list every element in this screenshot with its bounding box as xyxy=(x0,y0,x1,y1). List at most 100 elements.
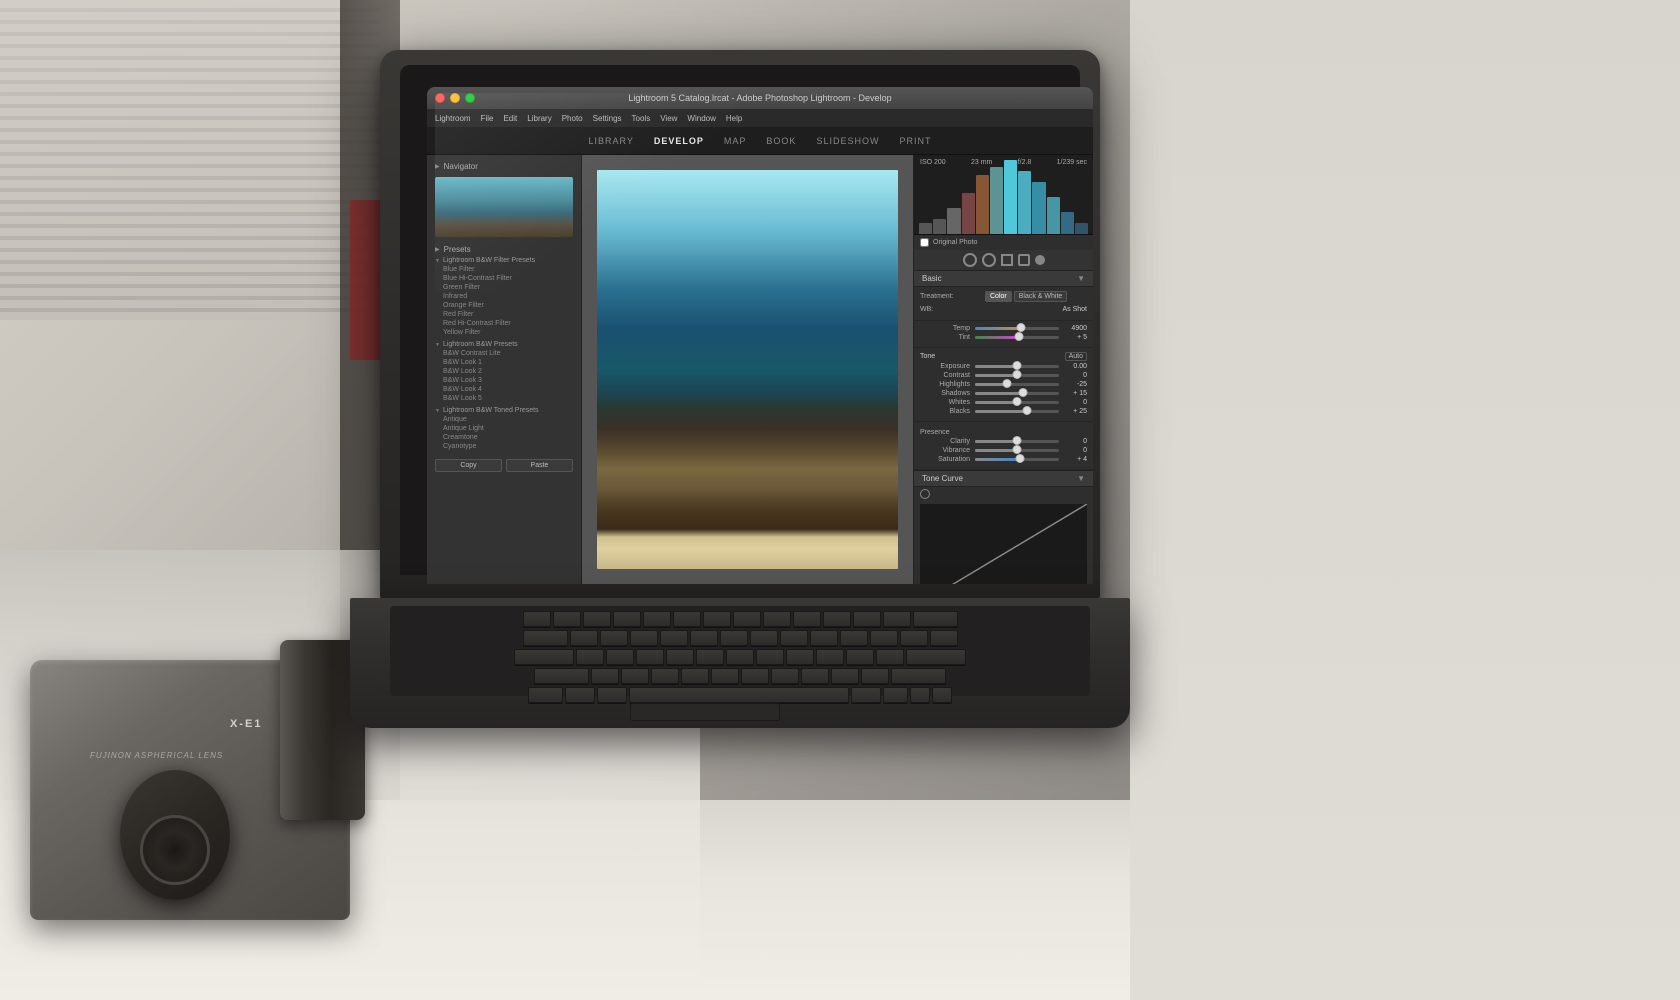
key-1[interactable] xyxy=(523,611,551,627)
key-n[interactable] xyxy=(741,668,769,684)
preset-green-filter[interactable]: Green Filter xyxy=(435,283,573,292)
maximize-button[interactable] xyxy=(465,93,475,103)
preset-antique[interactable]: Antique xyxy=(435,415,573,424)
key-ctrl[interactable] xyxy=(528,687,563,703)
menu-view[interactable]: View xyxy=(660,114,677,123)
shadows-slider[interactable] xyxy=(975,392,1059,395)
paste-button[interactable]: Paste xyxy=(506,459,573,472)
preset-bw-look-3[interactable]: B&W Look 3 xyxy=(435,376,573,385)
key-shift-l[interactable] xyxy=(534,668,589,684)
preset-red-filter[interactable]: Red Filter xyxy=(435,310,573,319)
adjustment-brush-icon[interactable] xyxy=(1001,254,1013,266)
tint-slider[interactable] xyxy=(975,336,1059,339)
preset-bw-look-2[interactable]: B&W Look 2 xyxy=(435,367,573,376)
highlights-slider[interactable] xyxy=(975,383,1059,386)
key-p[interactable] xyxy=(840,630,868,646)
tone-curve-canvas[interactable] xyxy=(920,504,1087,584)
key-13[interactable] xyxy=(883,611,911,627)
navigator-header[interactable]: Navigator xyxy=(427,160,581,173)
tone-curve-header[interactable]: Tone Curve ▼ xyxy=(914,471,1093,487)
key-e[interactable] xyxy=(630,630,658,646)
key-7[interactable] xyxy=(703,611,731,627)
temp-slider[interactable] xyxy=(975,327,1059,330)
key-12[interactable] xyxy=(853,611,881,627)
preset-yellow-filter[interactable]: Yellow Filter xyxy=(435,328,573,337)
key-8[interactable] xyxy=(733,611,761,627)
whites-slider[interactable] xyxy=(975,401,1059,404)
key-l[interactable] xyxy=(816,649,844,665)
preset-group-bw-title[interactable]: Lightroom B&W Presets xyxy=(435,340,573,349)
key-u[interactable] xyxy=(750,630,778,646)
preset-group-bw-toned-title[interactable]: Lightroom B&W Toned Presets xyxy=(435,406,573,415)
key-10[interactable] xyxy=(793,611,821,627)
key-r[interactable] xyxy=(660,630,688,646)
menu-lightroom[interactable]: Lightroom xyxy=(435,114,471,123)
preset-creamtone[interactable]: Creamtone xyxy=(435,433,573,442)
key-cmd-l[interactable] xyxy=(597,687,627,703)
preset-bw-look-5[interactable]: B&W Look 5 xyxy=(435,394,573,403)
menu-file[interactable]: File xyxy=(481,114,494,123)
contrast-slider[interactable] xyxy=(975,374,1059,377)
menu-window[interactable]: Window xyxy=(687,114,715,123)
key-tab[interactable] xyxy=(523,630,568,646)
module-print[interactable]: PRINT xyxy=(899,136,931,146)
key-f[interactable] xyxy=(666,649,694,665)
color-button[interactable]: Color xyxy=(985,291,1012,302)
key-q[interactable] xyxy=(570,630,598,646)
close-button[interactable] xyxy=(435,93,445,103)
module-develop[interactable]: DEVELOP xyxy=(654,136,704,146)
key-left[interactable] xyxy=(910,687,930,703)
presets-header[interactable]: Presets xyxy=(427,243,581,256)
preset-bw-contrast-lite[interactable]: B&W Contrast Lite xyxy=(435,349,573,358)
key-j[interactable] xyxy=(756,649,784,665)
auto-button[interactable]: Auto xyxy=(1065,352,1087,361)
key-shift-r[interactable] xyxy=(891,668,946,684)
tone-curve-dot[interactable] xyxy=(920,489,930,499)
trackpad[interactable] xyxy=(630,703,780,721)
exposure-slider[interactable] xyxy=(975,365,1059,368)
menu-help[interactable]: Help xyxy=(726,114,742,123)
key-backspace[interactable] xyxy=(913,611,958,627)
key-v[interactable] xyxy=(681,668,709,684)
original-photo-checkbox[interactable] xyxy=(920,238,929,247)
redeye-icon[interactable] xyxy=(1035,255,1045,265)
module-book[interactable]: BOOK xyxy=(766,136,796,146)
key-a[interactable] xyxy=(576,649,604,665)
key-alt-l[interactable] xyxy=(565,687,595,703)
key-y[interactable] xyxy=(720,630,748,646)
key-w[interactable] xyxy=(600,630,628,646)
preset-blue-hi-contrast[interactable]: Blue Hi-Contrast Filter xyxy=(435,274,573,283)
key-b[interactable] xyxy=(711,668,739,684)
key-comma[interactable] xyxy=(801,668,829,684)
preset-antique-light[interactable]: Antique Light xyxy=(435,424,573,433)
basic-section-header[interactable]: Basic ▼ xyxy=(914,271,1093,287)
preset-infrared[interactable]: Infrared xyxy=(435,292,573,301)
menu-photo[interactable]: Photo xyxy=(562,114,583,123)
preset-bw-look-1[interactable]: B&W Look 1 xyxy=(435,358,573,367)
vibrance-slider[interactable] xyxy=(975,449,1059,452)
healing-tool-icon[interactable] xyxy=(982,253,996,267)
key-3[interactable] xyxy=(583,611,611,627)
preset-red-hi-contrast[interactable]: Red Hi-Contrast Filter xyxy=(435,319,573,328)
key-caps[interactable] xyxy=(514,649,574,665)
menu-library[interactable]: Library xyxy=(527,114,551,123)
module-slideshow[interactable]: SLIDESHOW xyxy=(816,136,879,146)
key-x[interactable] xyxy=(621,668,649,684)
preset-blue-filter[interactable]: Blue Filter xyxy=(435,265,573,274)
key-t[interactable] xyxy=(690,630,718,646)
key-quote[interactable] xyxy=(876,649,904,665)
menu-tools[interactable]: Tools xyxy=(632,114,651,123)
key-4[interactable] xyxy=(613,611,641,627)
preset-orange-filter[interactable]: Orange Filter xyxy=(435,301,573,310)
key-6[interactable] xyxy=(673,611,701,627)
key-m[interactable] xyxy=(771,668,799,684)
key-9[interactable] xyxy=(763,611,791,627)
key-c[interactable] xyxy=(651,668,679,684)
key-g[interactable] xyxy=(696,649,724,665)
key-k[interactable] xyxy=(786,649,814,665)
crop-tool-icon[interactable] xyxy=(963,253,977,267)
bw-button[interactable]: Black & White xyxy=(1014,291,1068,302)
clarity-slider[interactable] xyxy=(975,440,1059,443)
preset-group-bw-filter-title[interactable]: Lightroom B&W Filter Presets xyxy=(435,256,573,265)
key-slash[interactable] xyxy=(861,668,889,684)
